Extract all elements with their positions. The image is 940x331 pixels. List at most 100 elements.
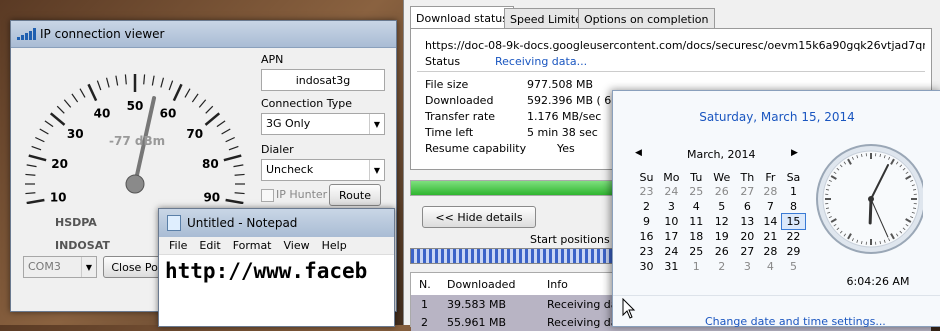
calendar-day[interactable]: 3 (736, 259, 759, 274)
calendar-day[interactable]: 31 (658, 259, 685, 274)
gauge-tick (185, 89, 190, 98)
calendar-day[interactable]: 9 (635, 214, 658, 229)
connection-type-select[interactable]: 3G Only ▼ (261, 113, 385, 135)
gauge-tick-label: 40 (94, 106, 111, 120)
calendar-day[interactable]: 1 (685, 259, 708, 274)
calendar-day[interactable]: 24 (658, 184, 685, 199)
calendar-day[interactable]: 2 (635, 199, 658, 214)
tab-download-status[interactable]: Download status (410, 6, 514, 30)
gauge-tick-label: 50 (127, 99, 144, 113)
calendar-day[interactable]: 3 (658, 199, 685, 214)
menu-help[interactable]: Help (322, 239, 347, 252)
calendar-day[interactable]: 13 (736, 214, 759, 229)
notepad-title: Untitled - Notepad (187, 216, 297, 230)
col-header-n[interactable]: N. (419, 278, 431, 291)
calendar-day[interactable]: 17 (658, 229, 685, 244)
mouse-cursor-icon (622, 298, 636, 320)
calendar-day[interactable]: 11 (685, 214, 708, 229)
calendar-day[interactable]: 29 (782, 244, 805, 259)
calendar-day[interactable]: 5 (708, 199, 736, 214)
gauge-tick (29, 156, 46, 161)
calendar-day[interactable]: 5 (782, 259, 805, 274)
ipv-title: IP connection viewer (40, 27, 164, 41)
calendar-day[interactable]: 19 (708, 229, 736, 244)
notepad-icon (167, 215, 181, 231)
calendar-day[interactable]: 4 (759, 259, 782, 274)
calendar-day[interactable]: 30 (635, 259, 658, 274)
gauge-tick (161, 78, 164, 88)
calendar-day[interactable]: 26 (708, 184, 736, 199)
menu-file[interactable]: File (169, 239, 187, 252)
calendar-day[interactable]: 12 (708, 214, 736, 229)
calendar-day[interactable]: 20 (736, 229, 759, 244)
calendar-day[interactable]: 14 (759, 214, 782, 229)
calendar-day[interactable]: 8 (782, 199, 805, 214)
dialer-label: Dialer (261, 143, 294, 156)
month-year-label[interactable]: March, 2014 (687, 148, 756, 161)
change-datetime-settings-link[interactable]: Change date and time settings... (705, 315, 886, 328)
col-header-info[interactable]: Info (547, 278, 568, 291)
com-port-select[interactable]: COM3 ▼ (23, 256, 97, 278)
calendar-day[interactable]: 7 (759, 199, 782, 214)
chevron-down-icon: ▼ (81, 257, 96, 277)
gauge-tick (97, 81, 100, 90)
weekday-header: Mo (658, 171, 685, 184)
gauge-tick (217, 121, 225, 127)
gauge-tick-label: 80 (202, 157, 219, 171)
calendar-day[interactable]: 21 (759, 229, 782, 244)
gauge-tick (169, 81, 172, 90)
ipv-titlebar[interactable]: IP connection viewer (11, 21, 396, 48)
gauge-tick (235, 174, 245, 175)
menu-view[interactable]: View (284, 239, 310, 252)
calendar-day[interactable]: 25 (685, 184, 708, 199)
hide-details-button[interactable]: << Hide details (422, 206, 536, 228)
calendar-day[interactable]: 6 (736, 199, 759, 214)
date-heading[interactable]: Saturday, March 15, 2014 (613, 110, 940, 124)
tab-options-on-completion[interactable]: Options on completion (578, 8, 715, 30)
calendar-day[interactable]: 18 (685, 229, 708, 244)
menu-edit[interactable]: Edit (199, 239, 220, 252)
file-size-value: 977.508 MB (527, 78, 593, 91)
gauge-tick (35, 138, 44, 142)
calendar-day[interactable]: 23 (635, 184, 658, 199)
gauge-tick (199, 100, 205, 108)
notepad-text-area[interactable]: http://www.faceb (159, 255, 394, 287)
calendar-day[interactable]: 16 (635, 229, 658, 244)
gauge-tick (45, 121, 53, 127)
calendar-day[interactable]: 15 (782, 214, 805, 229)
prev-month-icon[interactable]: ◀ (635, 148, 642, 158)
calendar-day[interactable]: 25 (685, 244, 708, 259)
calendar-day[interactable]: 22 (782, 229, 805, 244)
notepad-titlebar[interactable]: Untitled - Notepad (159, 209, 394, 237)
gauge-tick (27, 165, 37, 167)
calendar-day[interactable]: 4 (685, 199, 708, 214)
start-positions-text: Start positions ar (530, 233, 624, 246)
signal-gauge: 0102030405060708090100 (19, 54, 251, 204)
ip-hunter-checkbox[interactable] (261, 189, 274, 202)
resume-capability-value: Yes (557, 142, 575, 155)
calendar-day[interactable]: 1 (782, 184, 805, 199)
next-month-icon[interactable]: ▶ (791, 148, 798, 158)
calendar-day[interactable]: 24 (658, 244, 685, 259)
calendar-day[interactable]: 28 (759, 184, 782, 199)
calendar-day[interactable]: 28 (759, 244, 782, 259)
com-port-value: COM3 (28, 260, 61, 273)
menu-format[interactable]: Format (233, 239, 272, 252)
dialer-select[interactable]: Uncheck ▼ (261, 159, 385, 181)
downloaded-value: 592.396 MB ( 60 (527, 94, 618, 107)
calendar-day[interactable]: 23 (635, 244, 658, 259)
download-url: https://doc-08-9k-docs.googleusercontent… (425, 39, 925, 52)
calendar-day[interactable]: 27 (736, 184, 759, 199)
gauge-tick-label: 60 (160, 106, 177, 120)
calendar-day[interactable]: 26 (708, 244, 736, 259)
route-button[interactable]: Route (329, 184, 381, 206)
calendar-day[interactable]: 10 (658, 214, 685, 229)
status-value: Receiving data... (495, 55, 587, 68)
apn-field[interactable]: indosat3g (261, 69, 385, 91)
calendar-day[interactable]: 2 (708, 259, 736, 274)
col-header-downloaded[interactable]: Downloaded (447, 278, 515, 291)
gauge-tick (80, 89, 85, 98)
calendar-day[interactable]: 27 (736, 244, 759, 259)
gauge-tick (233, 165, 243, 167)
gauge-tick (51, 113, 65, 125)
